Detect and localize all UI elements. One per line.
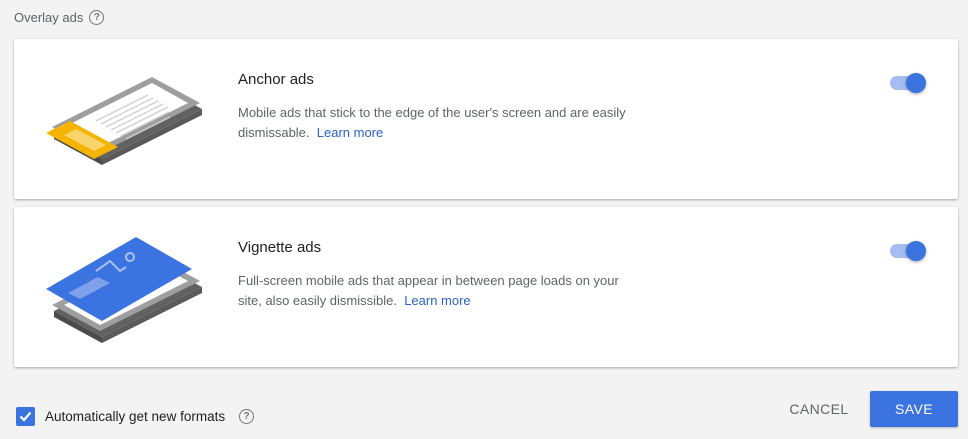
vignette-ads-toggle[interactable]: [890, 241, 926, 261]
vignette-ads-description: Full-screen mobile ads that appear in be…: [238, 271, 638, 311]
save-button[interactable]: SAVE: [870, 391, 958, 427]
auto-formats-label: Automatically get new formats: [45, 409, 226, 424]
anchor-ads-illustration-icon: [46, 77, 202, 165]
anchor-ads-title: Anchor ads: [238, 71, 314, 88]
toggle-knob: [906, 241, 926, 261]
anchor-ads-toggle[interactable]: [890, 73, 926, 93]
help-icon[interactable]: ?: [89, 10, 105, 25]
help-icon[interactable]: ?: [239, 409, 255, 424]
auto-formats-checkbox-row[interactable]: Automatically get new formats ?: [16, 407, 255, 426]
anchor-ads-learn-more-link[interactable]: Learn more: [317, 125, 383, 140]
section-header: Overlay ads ?: [14, 10, 105, 25]
vignette-ads-illustration-icon: [46, 237, 202, 343]
vignette-ads-title: Vignette ads: [238, 239, 322, 256]
vignette-ads-card: Vignette ads Full-screen mobile ads that…: [14, 207, 958, 367]
auto-formats-checkbox[interactable]: [16, 407, 35, 426]
anchor-ads-description: Mobile ads that stick to the edge of the…: [238, 103, 638, 143]
toggle-knob: [906, 73, 926, 93]
anchor-ads-description-text: Mobile ads that stick to the edge of the…: [238, 105, 626, 140]
vignette-ads-learn-more-link[interactable]: Learn more: [404, 293, 470, 308]
section-title: Overlay ads: [14, 10, 84, 25]
cancel-button[interactable]: CANCEL: [780, 391, 858, 427]
checkmark-icon: [19, 411, 32, 422]
anchor-ads-card: Anchor ads Mobile ads that stick to the …: [14, 39, 958, 199]
